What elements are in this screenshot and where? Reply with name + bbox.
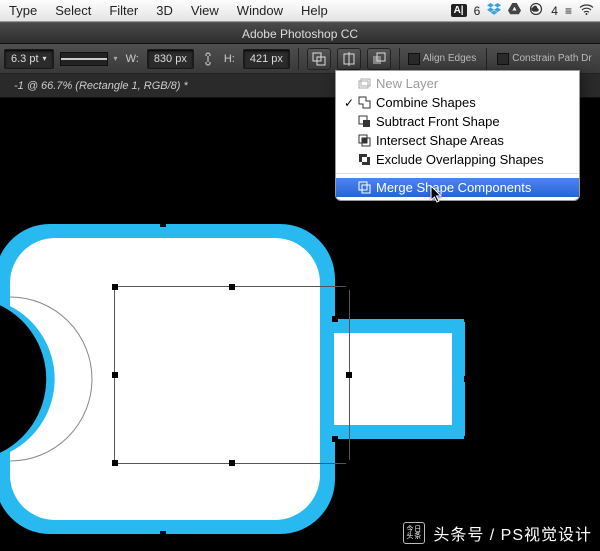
height-label: H: — [222, 53, 237, 65]
menu-filter[interactable]: Filter — [100, 3, 147, 18]
wifi-icon[interactable] — [579, 4, 594, 18]
menu-window[interactable]: Window — [228, 3, 292, 18]
height-field[interactable]: 421 px — [243, 49, 290, 69]
menu-item-new-layer: New Layer — [336, 74, 579, 93]
path-align-button[interactable] — [337, 48, 361, 70]
new-layer-icon — [356, 77, 372, 91]
stroke-style-preview[interactable] — [60, 52, 108, 66]
subtract-shape-icon — [356, 115, 372, 129]
menu-item-merge-components[interactable]: Merge Shape Components — [336, 178, 579, 197]
creative-cloud-icon[interactable] — [528, 3, 544, 18]
path-ops-button[interactable] — [307, 48, 331, 70]
mac-menu-items: Type Select Filter 3D View Window Help — [0, 3, 337, 18]
mac-menubar: Type Select Filter 3D View Window Help A… — [0, 0, 600, 22]
exclude-shape-icon — [356, 153, 372, 167]
width-field[interactable]: 830 px — [147, 49, 194, 69]
menu-item-subtract-front[interactable]: Subtract Front Shape — [336, 112, 579, 131]
path-operations-menu: New Layer ✓ Combine Shapes Subtract Fron… — [335, 70, 580, 201]
merge-components-icon — [356, 181, 372, 195]
mac-menubar-right: A| 6 4 ≡ — [451, 3, 600, 18]
watermark-logo-icon: 今日头条 — [403, 522, 425, 544]
link-wh-icon[interactable] — [200, 51, 216, 67]
adobe-badge-number: 6 — [474, 4, 481, 18]
align-edges-checkbox[interactable]: Align Edges — [408, 53, 476, 65]
app-title-bar: Adobe Photoshop CC — [0, 22, 600, 44]
path-arrange-button[interactable] — [367, 48, 391, 70]
menu-extra-icon[interactable]: ≡ — [565, 4, 572, 18]
menu-view[interactable]: View — [182, 3, 228, 18]
combine-shapes-icon — [356, 96, 372, 110]
selection-rectangle[interactable] — [114, 286, 350, 464]
menu-type[interactable]: Type — [0, 3, 46, 18]
menu-item-exclude[interactable]: Exclude Overlapping Shapes — [336, 150, 579, 169]
intersect-shape-icon — [356, 134, 372, 148]
menu-separator — [336, 173, 579, 174]
menu-select[interactable]: Select — [46, 3, 100, 18]
width-label: W: — [124, 53, 141, 65]
watermark-text: 头条号 / PS视觉设计 — [433, 521, 592, 545]
menu-help[interactable]: Help — [292, 3, 337, 18]
constrain-path-checkbox[interactable]: Constrain Path Dr — [497, 53, 591, 65]
document-tab[interactable]: -1 @ 66.7% (Rectangle 1, RGB/8) * — [6, 76, 196, 96]
dropbox-icon[interactable] — [487, 3, 501, 18]
menu-item-combine-shapes[interactable]: ✓ Combine Shapes — [336, 93, 579, 112]
watermark: 今日头条 头条号 / PS视觉设计 — [403, 521, 592, 545]
users-count: 4 — [551, 4, 558, 18]
stroke-width-field[interactable]: 6.3 pt▾ — [4, 49, 54, 69]
menu-item-intersect[interactable]: Intersect Shape Areas — [336, 131, 579, 150]
gdrive-icon[interactable] — [508, 3, 521, 18]
menu-3d[interactable]: 3D — [147, 3, 182, 18]
adobe-badge-icon: A| — [451, 4, 467, 17]
